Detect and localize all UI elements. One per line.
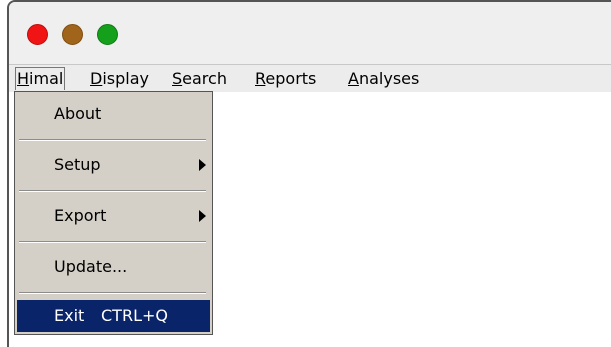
menu-item-exit[interactable]: Exit CTRL+Q (17, 300, 210, 332)
submenu-arrow-icon (199, 159, 206, 171)
menu-search[interactable]: Search (172, 68, 227, 90)
menu-separator (19, 241, 206, 243)
menu-bar: Himal Display Search Reports Analyses (9, 65, 611, 92)
exit-shortcut-label: CTRL+Q (101, 306, 168, 325)
menu-item-update-label: Update... (54, 257, 128, 276)
menu-analyses-label: Analyses (348, 69, 420, 88)
menu-reports[interactable]: Reports (255, 68, 316, 90)
menu-separator (19, 139, 206, 141)
close-window-button[interactable] (27, 24, 48, 45)
app-window: Himal Display Search Reports Analyses Ab… (7, 0, 611, 347)
maximize-window-button[interactable] (97, 24, 118, 45)
minimize-window-button[interactable] (62, 24, 83, 45)
submenu-arrow-icon (199, 210, 206, 222)
menu-separator (19, 292, 206, 294)
menu-search-label: Search (172, 69, 227, 88)
menu-analyses[interactable]: Analyses (348, 68, 419, 90)
menu-display[interactable]: Display (90, 68, 149, 90)
menu-item-about-label: About (54, 104, 102, 123)
menu-display-label: Display (90, 69, 149, 88)
menu-himal-label: Himal (17, 69, 64, 88)
menu-item-setup-label: Setup (54, 155, 101, 174)
menu-item-about[interactable]: About (17, 98, 210, 130)
menu-reports-label: Reports (255, 69, 317, 88)
menu-item-exit-label: Exit (54, 306, 85, 325)
menu-separator (19, 190, 206, 192)
himal-dropdown-menu: About Setup Export Update... Exit CTRL+Q (14, 91, 213, 335)
menu-item-setup[interactable]: Setup (17, 149, 210, 181)
menu-item-export-label: Export (54, 206, 107, 225)
menu-himal[interactable]: Himal (15, 67, 66, 90)
title-bar (9, 2, 611, 65)
menu-item-export[interactable]: Export (17, 200, 210, 232)
menu-item-update[interactable]: Update... (17, 251, 210, 283)
